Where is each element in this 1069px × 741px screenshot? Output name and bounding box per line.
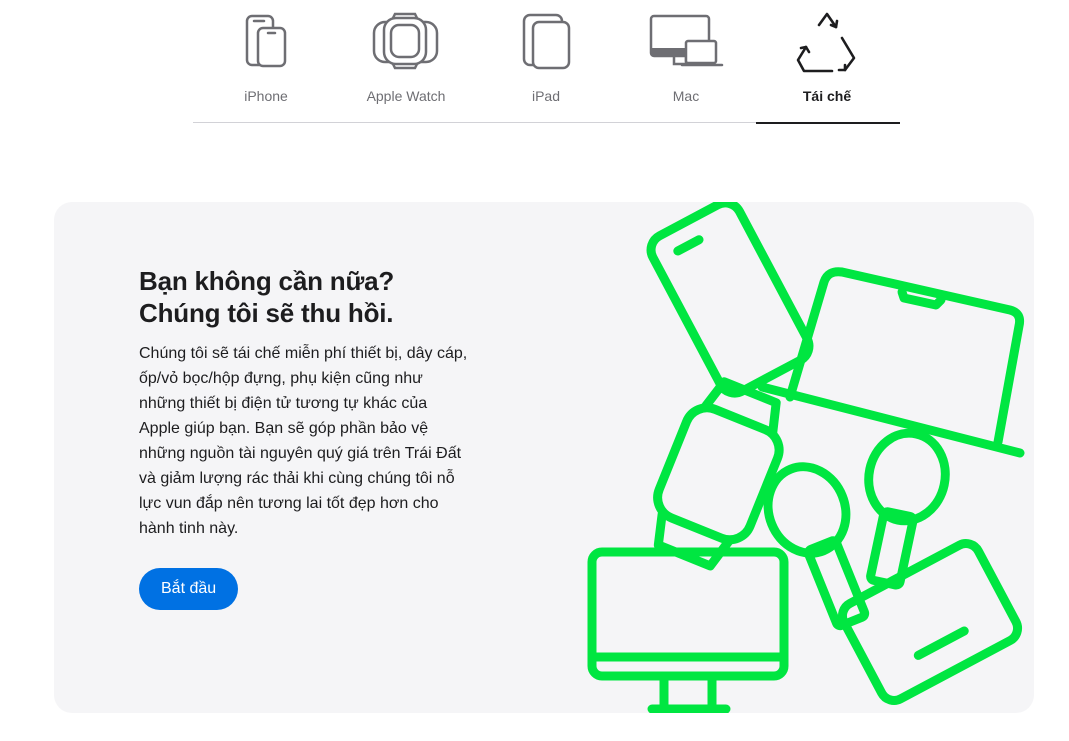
tab-apple-watch-label: Apple Watch bbox=[366, 88, 446, 104]
trade-in-promo-card: Bạn không cần nữa? Chúng tôi sẽ thu hồi.… bbox=[54, 202, 1034, 713]
phone-illustration bbox=[646, 202, 814, 398]
recycle-icon bbox=[796, 12, 856, 73]
tab-iphone[interactable]: iPhone bbox=[196, 0, 336, 123]
tab-iphone-label: iPhone bbox=[244, 88, 288, 104]
imac-illustration bbox=[587, 547, 789, 713]
tab-mac[interactable]: Mac bbox=[616, 0, 756, 123]
ipad-illustration bbox=[837, 539, 1023, 705]
earbud-right-illustration bbox=[864, 428, 950, 590]
mac-icon bbox=[649, 14, 724, 67]
iphone-icon bbox=[245, 14, 287, 68]
watch-illustration bbox=[653, 377, 784, 571]
product-tab-bar: iPhone Apple Watch iPad Mac Tái chế bbox=[193, 0, 900, 124]
tab-ipad-label: iPad bbox=[531, 88, 561, 104]
tab-recycle-label: Tái chế bbox=[802, 88, 852, 104]
tab-mac-label: Mac bbox=[672, 88, 700, 104]
devices-illustration bbox=[587, 202, 1025, 713]
ipad-icon bbox=[522, 13, 571, 70]
tab-ipad[interactable]: iPad bbox=[476, 0, 616, 123]
tab-apple-watch[interactable]: Apple Watch bbox=[336, 0, 476, 123]
tab-recycle[interactable]: Tái chế bbox=[756, 0, 900, 124]
laptop-illustration bbox=[757, 267, 1025, 458]
apple-watch-icon bbox=[372, 12, 439, 70]
